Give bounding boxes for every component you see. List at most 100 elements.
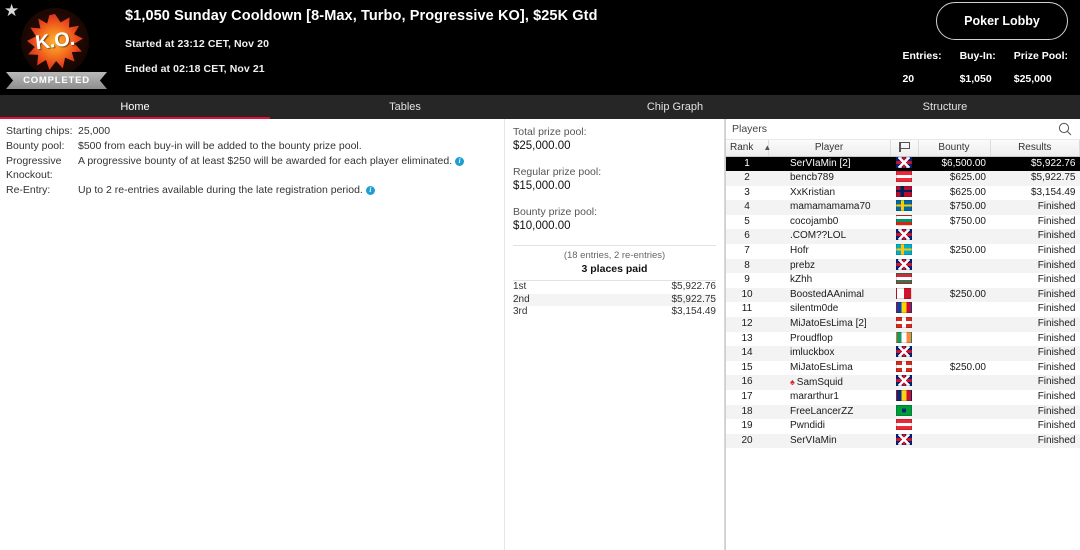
cell-results: $3,154.49 (1031, 186, 1076, 198)
stat-entries-value: 20 (902, 73, 915, 85)
table-row[interactable]: 7 Hofr $250.00 Finished (726, 244, 1080, 259)
cell-rank: 10 (741, 288, 753, 300)
table-row[interactable]: 18 FreeLancerZZ Finished (726, 404, 1080, 420)
column-header-rank-label: Rank (730, 142, 754, 154)
column-header-player[interactable]: Player (768, 140, 891, 157)
body-area: Starting chips: 25,000 Bounty pool: $500… (0, 119, 1080, 550)
search-icon[interactable] (1058, 122, 1072, 136)
player-name-label: BoostedAAnimal (790, 288, 864, 300)
cell-rank: 8 (744, 259, 750, 271)
info-tooltip-icon-reentry[interactable]: i (365, 185, 375, 195)
flag-se-icon (896, 200, 912, 212)
cell-player-name: Pwndidi (768, 419, 890, 434)
tab-home[interactable]: Home (0, 95, 270, 120)
column-header-bounty[interactable]: Bounty (918, 140, 991, 157)
player-name-label: kZhh (790, 274, 813, 286)
info-value-starting-chips: 25,000 (78, 125, 111, 137)
table-row[interactable]: 11 silentm0de Finished (726, 302, 1080, 317)
players-panel-title: Players (732, 123, 768, 135)
cell-player-name: bencb789 (768, 171, 890, 186)
player-name-label: FreeLancerZZ (790, 405, 854, 417)
column-header-rank[interactable]: Rank ▲ (726, 140, 771, 157)
table-row[interactable]: 17 mararthur1 Finished (726, 390, 1080, 405)
bounty-prize-pool-label: Bounty prize pool: (513, 206, 598, 218)
table-row[interactable]: 14 imluckbox Finished (726, 346, 1080, 361)
table-row[interactable]: 5 cocojamb0 $750.00 Finished (726, 214, 1080, 230)
cell-results: $5,922.76 (1031, 157, 1076, 169)
info-text-progressive-knockout: A progressive bounty of at least $250 wi… (78, 155, 453, 168)
player-name-label: silentm0de (790, 303, 839, 315)
cell-rank: 20 (741, 434, 753, 446)
info-tooltip-icon-knockout[interactable]: i (455, 157, 465, 167)
flag-ro-icon (896, 390, 912, 401)
cell-country-flag (890, 433, 918, 449)
cell-bounty (918, 375, 990, 390)
table-row[interactable]: 4 mamamamama70 $750.00 Finished (726, 200, 1080, 215)
cell-player-name: FreeLancerZZ (768, 405, 890, 420)
cell-rank: 9 (744, 274, 750, 286)
info-label-re-entry: Re-Entry: (6, 183, 51, 196)
cell-bounty: $750.00 (949, 215, 986, 227)
tab-chip-graph[interactable]: Chip Graph (540, 95, 810, 119)
cell-country-flag (890, 390, 918, 405)
cell-results: Finished (1037, 215, 1076, 227)
cell-country-flag (890, 404, 918, 420)
poker-lobby-button[interactable]: Poker Lobby (936, 2, 1068, 40)
tab-structure[interactable]: Structure (810, 95, 1080, 119)
table-row[interactable]: 3 XxKristian $625.00 $3,154.49 (726, 185, 1080, 201)
table-row[interactable]: 8 prebz Finished (726, 258, 1080, 274)
table-row[interactable]: 20 SerVIaMin Finished (726, 433, 1080, 449)
table-row[interactable]: 2 bencb789 $625.00 $5,922.75 (726, 171, 1080, 186)
cell-country-flag (890, 229, 918, 244)
cell-player-name: BoostedAAnimal (768, 288, 890, 303)
cell-rank: 14 (741, 347, 753, 359)
tournament-logo-column: ★ K.O. COMPLETED (0, 0, 118, 95)
player-name-label: imluckbox (790, 347, 835, 359)
payout-table: 1st $5,922.76 2nd $5,922.75 3rd $3,154.4… (513, 280, 716, 319)
column-header-country[interactable] (890, 140, 919, 157)
table-row[interactable]: 12 MiJatoEsLima [2] Finished (726, 317, 1080, 332)
cell-country-flag (890, 331, 918, 347)
table-row[interactable]: 1 SerVIaMin [2] $6,500.00 $5,922.76 (726, 156, 1080, 172)
column-header-results[interactable]: Results (990, 140, 1080, 157)
payout-amount-1: $5,922.76 (671, 281, 717, 292)
tournament-info-table: Starting chips: 25,000 Bounty pool: $500… (6, 124, 496, 198)
cell-rank: 16 (741, 376, 753, 388)
cell-country-flag (890, 287, 918, 303)
cell-player-name: imluckbox (768, 346, 890, 361)
cell-player-name: kZhh (768, 273, 890, 288)
cell-results: Finished (1037, 303, 1076, 315)
table-row[interactable]: 6 .COM??LOL Finished (726, 229, 1080, 245)
players-table: Rank ▲ Player Bounty Results 1 SerVIaMin [… (726, 140, 1080, 449)
info-value-re-entry: Up to 2 re-entries available during the … (78, 183, 496, 198)
payout-row-2: 2nd $5,922.75 (513, 293, 716, 306)
info-value-progressive-knockout: A progressive bounty of at least $250 wi… (78, 154, 496, 182)
favorite-star-icon[interactable]: ★ (4, 2, 19, 19)
cell-rank: 19 (741, 420, 753, 432)
player-name-label: Proudflop (790, 332, 833, 344)
cell-results: Finished (1037, 434, 1076, 446)
table-row[interactable]: 10 BoostedAAnimal $250.00 Finished (726, 287, 1080, 303)
tab-bar: Home Tables Chip Graph Structure (0, 95, 1080, 120)
cell-country-flag (890, 185, 918, 201)
cell-results: Finished (1037, 201, 1076, 213)
table-row[interactable]: 16 ♠ SamSquid Finished (726, 375, 1080, 390)
cell-results: Finished (1037, 230, 1076, 242)
table-row[interactable]: 13 Proudflop Finished (726, 331, 1080, 347)
flag-mt-icon (896, 287, 912, 299)
cell-rank: 7 (744, 245, 750, 257)
table-row[interactable]: 19 Pwndidi Finished (726, 419, 1080, 434)
cell-results: Finished (1037, 274, 1076, 286)
cell-rank: 15 (741, 361, 753, 373)
flag-kz-icon (896, 244, 912, 256)
prize-pool-panel: Total prize pool: $25,000.00 Regular pri… (505, 119, 725, 550)
cell-country-flag (890, 317, 918, 332)
table-row[interactable]: 9 kZhh Finished (726, 273, 1080, 288)
cell-player-name: silentm0de (768, 302, 890, 317)
table-row[interactable]: 15 MiJatoEsLima $250.00 Finished (726, 360, 1080, 376)
flag-no-icon (896, 185, 912, 197)
tournament-stats: Entries: 20 Buy-In: $1,050 Prize Pool: $… (902, 50, 1068, 85)
regular-prize-pool-amount: $15,000.00 (513, 180, 571, 192)
tab-tables[interactable]: Tables (270, 95, 540, 119)
info-label-bounty-pool: Bounty pool: (6, 140, 65, 153)
